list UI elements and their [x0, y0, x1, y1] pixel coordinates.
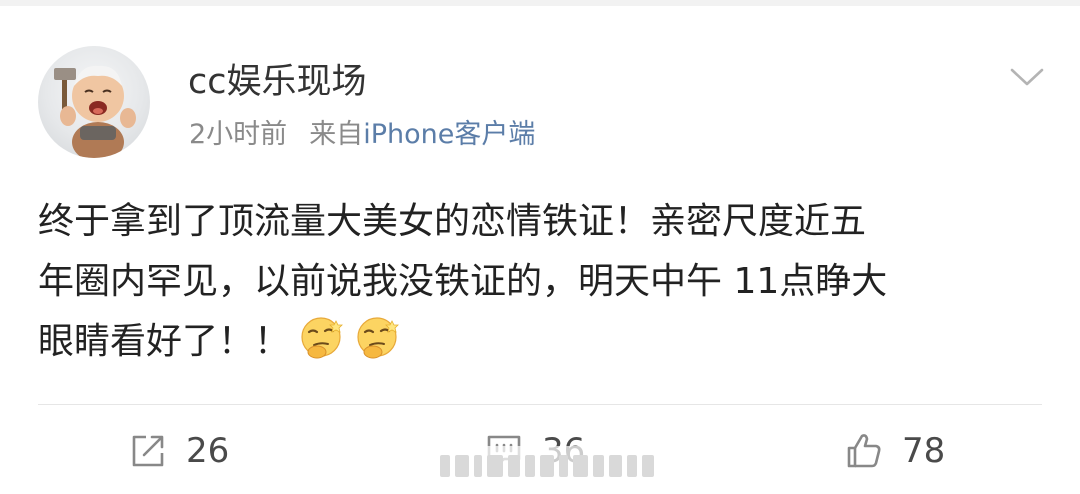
chevron-down-icon[interactable] — [1006, 56, 1048, 98]
avatar-illustration — [54, 65, 136, 158]
post-text: 终于拿到了顶流量大美女的恋情铁证！亲密尺度近五 年圈内罕见，以前说我没铁证的，明… — [38, 192, 1038, 372]
post-text-line: 眼睛看好了！！ — [38, 321, 291, 362]
repost-button[interactable]: 26 — [128, 426, 229, 476]
post-text-line: 年圈内罕见，以前说我没铁证的，明天中午 11点睁大 — [38, 261, 888, 302]
source-prefix: 来自 — [309, 119, 364, 150]
post-time: 2小时前 — [189, 119, 288, 150]
watermark-overlay — [430, 446, 666, 486]
repost-count: 26 — [186, 431, 230, 471]
thinking-face-emoji — [352, 313, 402, 363]
thumbs-up-icon — [844, 431, 884, 471]
like-count: 78 — [902, 431, 946, 471]
source-link[interactable]: iPhone客户端 — [363, 119, 535, 150]
post-text-line-last: 眼睛看好了！！ — [38, 312, 1038, 372]
action-bar-divider — [38, 404, 1042, 405]
like-button[interactable]: 78 — [844, 426, 945, 476]
avatar[interactable] — [38, 46, 150, 158]
username[interactable]: cc娱乐现场 — [188, 60, 367, 104]
repost-icon — [128, 431, 168, 471]
thinking-face-emoji — [296, 313, 346, 363]
post-text-line: 终于拿到了顶流量大美女的恋情铁证！亲密尺度近五 — [38, 201, 867, 242]
weibo-post-card: cc娱乐现场 2小时前 来自iPhone客户端 终于拿到了顶流量大美女的恋情铁证！… — [0, 6, 1080, 494]
post-meta: 2小时前 来自iPhone客户端 — [189, 118, 535, 152]
